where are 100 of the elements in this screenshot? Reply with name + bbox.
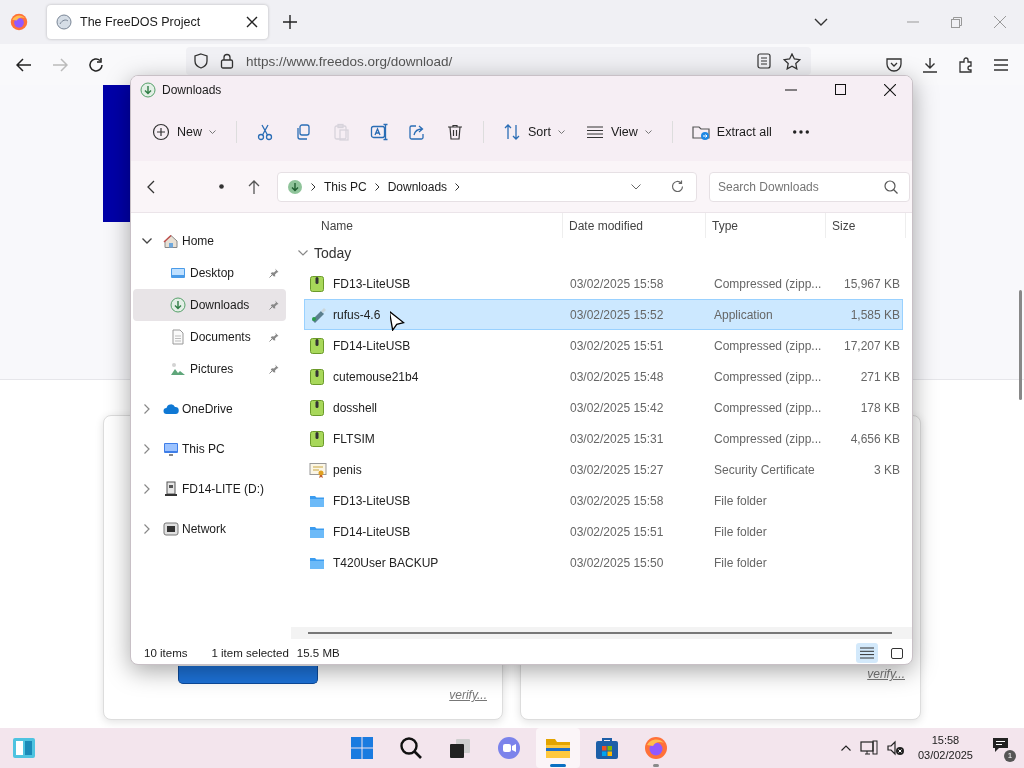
chevron-right-icon[interactable]: [143, 484, 150, 494]
type-text: File folder: [714, 493, 767, 508]
copy-icon: [294, 123, 312, 141]
size-text: 4,656 KB: [850, 431, 900, 446]
fox-globe-icon: [644, 736, 668, 760]
column-header[interactable]: Name: [321, 218, 353, 233]
puzzle-icon[interactable]: [958, 56, 974, 73]
file-name: dosshell: [333, 400, 378, 415]
file-row[interactable]: dosshell 03/02/2025 15:42 Compressed (zipp... 178 KB: [304, 392, 903, 423]
file-row[interactable]: FLTSIM 03/02/2025 15:31 Compressed (zipp... 4,656 KB: [304, 423, 903, 454]
cloud-icon: [163, 401, 179, 417]
nav-item[interactable]: OneDrive: [133, 393, 286, 425]
file-row[interactable]: rufus-4.6 03/02/2025 15:52 Application 1,585 KB: [304, 299, 903, 330]
extract-button[interactable]: Extract all: [684, 117, 780, 147]
nav-item[interactable]: Pictures: [133, 353, 286, 385]
column-header[interactable]: Date modified: [569, 218, 644, 233]
breadcrumb[interactable]: Downloads: [387, 179, 448, 194]
back-icon[interactable]: [16, 57, 32, 72]
url-bar[interactable]: https://www.freedos.org/download/: [186, 47, 811, 75]
details-view-button[interactable]: [856, 643, 878, 663]
chevron-right-icon[interactable]: [143, 524, 150, 534]
column-header[interactable]: Size: [832, 218, 856, 233]
monitor-icon[interactable]: [859, 740, 878, 756]
pocket-icon[interactable]: [886, 57, 902, 72]
rename-icon: [370, 123, 388, 141]
nav-item[interactable]: Network: [133, 513, 286, 545]
clock[interactable]: 15:58 03/02/2025: [917, 733, 973, 763]
file-row[interactable]: FD14-LiteUSB 03/02/2025 15:51 File folder: [304, 516, 903, 547]
scrollbar[interactable]: [308, 632, 892, 634]
clipboard-icon: [332, 123, 350, 141]
drive-icon: [163, 481, 179, 497]
chevron-down-icon[interactable]: [631, 183, 641, 190]
file-row[interactable]: FD14-LiteUSB 03/02/2025 15:51 Compressed (zipp... 17,207 KB: [304, 330, 903, 361]
nav-item[interactable]: FD14-LITE (D:): [133, 473, 286, 505]
sort-button[interactable]: Sort: [496, 117, 573, 147]
square-icon: [891, 647, 903, 659]
caret-up-icon[interactable]: [840, 745, 851, 751]
browser-logo-icon[interactable]: [10, 13, 28, 31]
recent-locations-icon[interactable]: [219, 184, 224, 189]
download-icon[interactable]: [922, 56, 938, 73]
windows-logo-icon: [351, 737, 373, 759]
verify-link[interactable]: verify...: [867, 667, 905, 681]
trash-icon: [446, 123, 464, 141]
column-header[interactable]: Type: [712, 218, 738, 233]
date-text: 03/02/2025 15:50: [570, 555, 664, 570]
new-tab-icon[interactable]: [283, 15, 297, 29]
file-row[interactable]: penis 03/02/2025 15:27 Security Certificate 3 KB: [304, 454, 903, 485]
widgets-icon[interactable]: [12, 737, 36, 759]
nav-item[interactable]: Desktop: [133, 257, 286, 289]
chevron-down-icon[interactable]: [814, 18, 828, 26]
back-icon[interactable]: [147, 179, 155, 194]
nav-item[interactable]: This PC: [133, 433, 286, 465]
address-bar[interactable]: This PC Downloads: [277, 171, 697, 202]
reload-icon[interactable]: [88, 56, 104, 73]
minimize-icon[interactable]: [785, 88, 797, 91]
chevron-right-icon[interactable]: [143, 404, 150, 414]
size-text: 17,207 KB: [843, 338, 900, 353]
date-text: 03/02/2025 15:58: [570, 493, 664, 508]
nav-item[interactable]: Documents: [133, 321, 286, 353]
refresh-icon[interactable]: [671, 180, 684, 193]
explorer-taskbar-button[interactable]: [536, 728, 580, 768]
nav-item[interactable]: Downloads: [133, 289, 286, 321]
close-icon[interactable]: [884, 83, 896, 96]
file-row[interactable]: FD13-LiteUSB 03/02/2025 15:58 Compressed (zipp... 15,967 KB: [304, 268, 903, 299]
close-icon[interactable]: [246, 16, 258, 28]
file-name: cutemouse21b4: [333, 369, 419, 384]
browser-tab[interactable]: The FreeDOS Project: [47, 5, 268, 39]
group-header: Today: [314, 245, 352, 261]
search-field[interactable]: Search Downloads: [709, 171, 910, 202]
scrollbar[interactable]: [1019, 290, 1022, 400]
maximize-icon[interactable]: [835, 84, 846, 95]
speaker-muted-icon[interactable]: [886, 740, 905, 756]
globe-icon: [56, 14, 72, 30]
type-text: Compressed (zipp...: [714, 276, 822, 291]
view-button[interactable]: View: [578, 117, 660, 147]
new-button[interactable]: New: [145, 117, 224, 147]
file-row[interactable]: T420User BACKUP 03/02/2025 15:50 File folder: [304, 547, 903, 578]
tab-title: The FreeDOS Project: [80, 15, 202, 29]
file-row[interactable]: FD13-LiteUSB 03/02/2025 15:58 File folder: [304, 485, 903, 516]
chevron-right-icon[interactable]: [143, 444, 150, 454]
chevron-down-icon[interactable]: [141, 238, 152, 244]
zip-file-icon: [309, 430, 325, 447]
breadcrumb[interactable]: This PC: [324, 179, 367, 194]
certificate-icon: [309, 461, 327, 478]
nav-item[interactable]: Home: [133, 225, 286, 257]
menu-icon[interactable]: [994, 58, 1008, 71]
item-count: 10 items: [144, 647, 188, 659]
verify-link[interactable]: verify...: [449, 688, 487, 702]
reader-view-icon[interactable]: [757, 53, 771, 69]
selection-size: 15.5 MB: [296, 647, 340, 659]
size-text: 3 KB: [874, 462, 900, 477]
date-text: 03/02/2025 15:31: [570, 431, 664, 446]
notification-icon[interactable]: [992, 737, 1010, 755]
star-icon[interactable]: [783, 52, 801, 70]
type-text: Compressed (zipp...: [714, 431, 822, 446]
zip-file-icon: [309, 368, 325, 385]
file-name: FLTSIM: [333, 431, 375, 446]
up-arrow-icon[interactable]: [248, 179, 260, 194]
search-icon: [884, 179, 898, 194]
file-row[interactable]: cutemouse21b4 03/02/2025 15:48 Compressed (zipp... 271 KB: [304, 361, 903, 392]
